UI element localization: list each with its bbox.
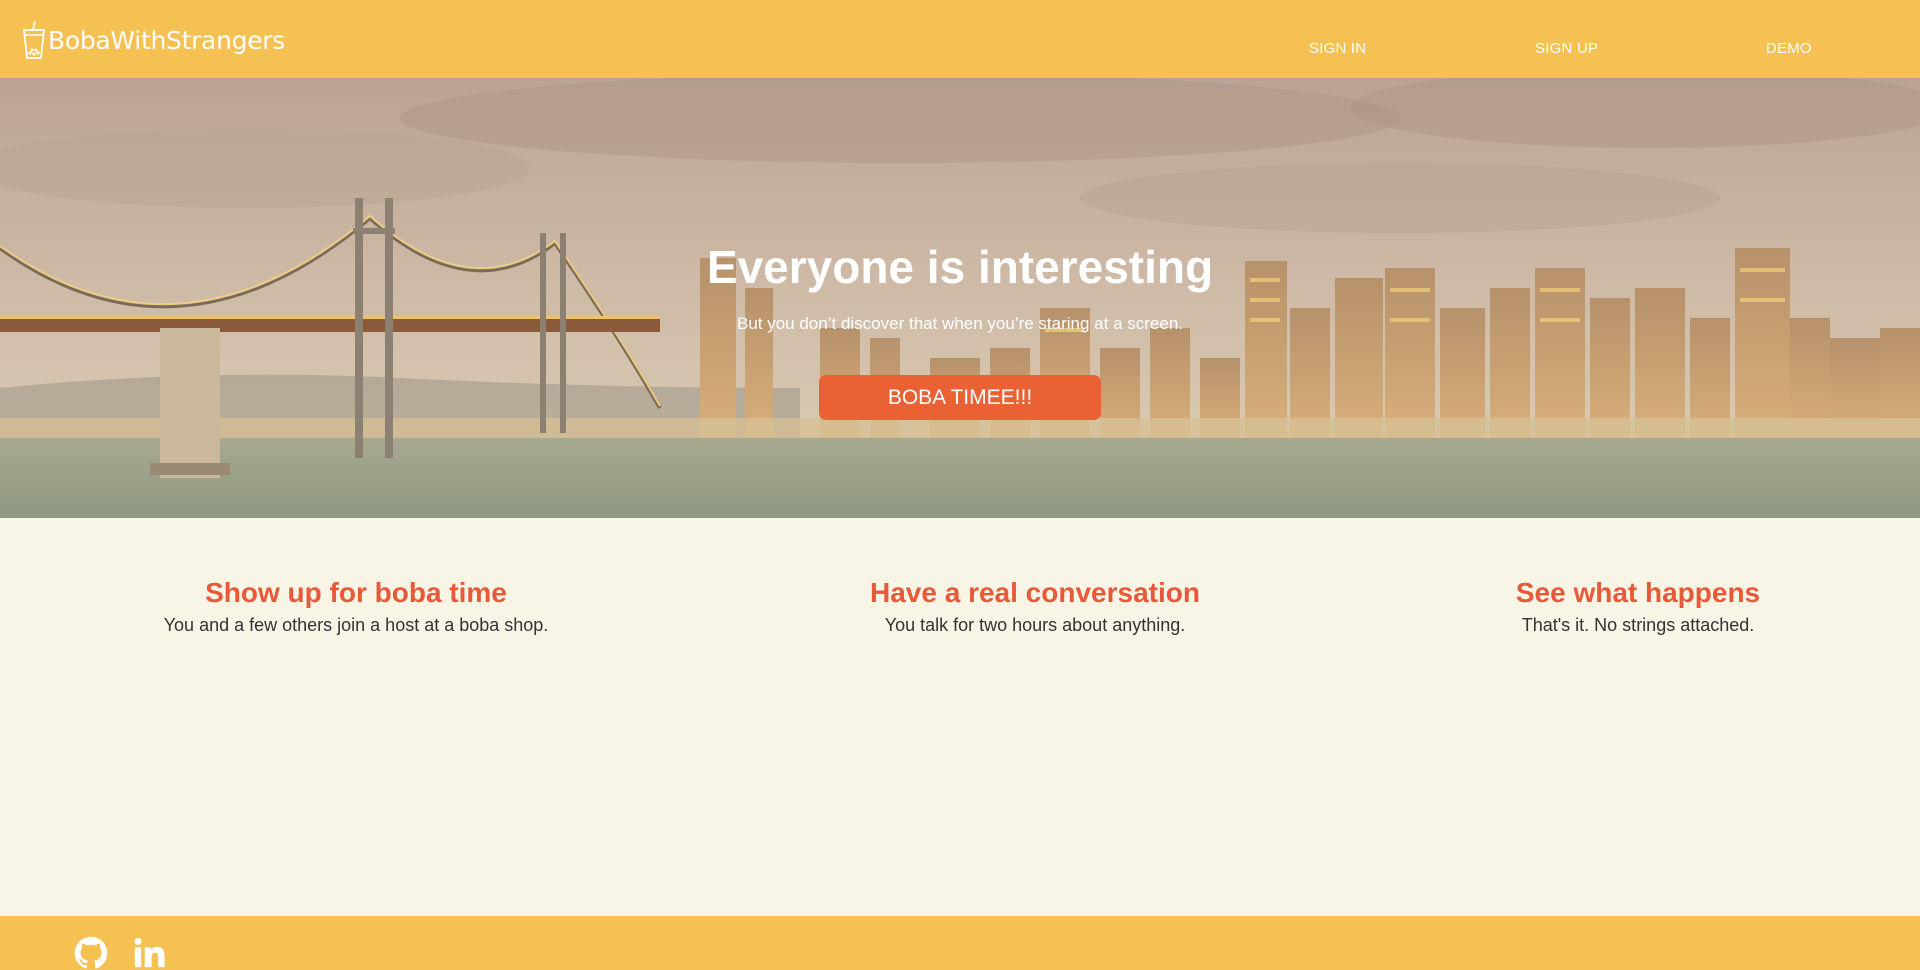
logo-link[interactable]: BobaWithStrangers [22, 20, 285, 60]
feature-description: You talk for two hours about anything. [884, 615, 1186, 635]
feature-description: You and a few others join a host at a bo… [163, 615, 549, 635]
feature-title: See what happens [1515, 577, 1761, 608]
top-navbar: BobaWithStrangers SIGN IN SIGN UP DEMO [0, 0, 1920, 78]
logo-text: BobaWithStrangers [48, 25, 285, 55]
feature-description: That's it. No strings attached. [1521, 615, 1755, 635]
nav-sign-up[interactable]: SIGN UP [1535, 40, 1598, 57]
boba-cup-icon [22, 20, 46, 59]
hero-banner: Everyone is interesting But you don’t di… [0, 78, 1920, 518]
nav-sign-in[interactable]: SIGN IN [1309, 40, 1366, 57]
nav-demo[interactable]: DEMO [1766, 40, 1812, 57]
hero-title: Everyone is interesting [706, 241, 1214, 293]
feature-see-what-happens: See what happens That's it. No strings a… [1378, 577, 1898, 636]
footer [0, 916, 1920, 970]
feature-title: Show up for boba time [205, 577, 507, 608]
boba-time-button[interactable]: BOBA TIMEE!!! [819, 375, 1101, 420]
city-skyline-background [0, 78, 1920, 518]
linkedin-icon[interactable] [132, 936, 166, 970]
feature-title: Have a real conversation [870, 577, 1200, 608]
feature-conversation: Have a real conversation You talk for tw… [775, 577, 1295, 636]
feature-show-up: Show up for boba time You and a few othe… [96, 577, 616, 636]
github-icon[interactable] [74, 936, 108, 970]
hero-subtitle: But you don’t discover that when you’re … [736, 314, 1184, 333]
